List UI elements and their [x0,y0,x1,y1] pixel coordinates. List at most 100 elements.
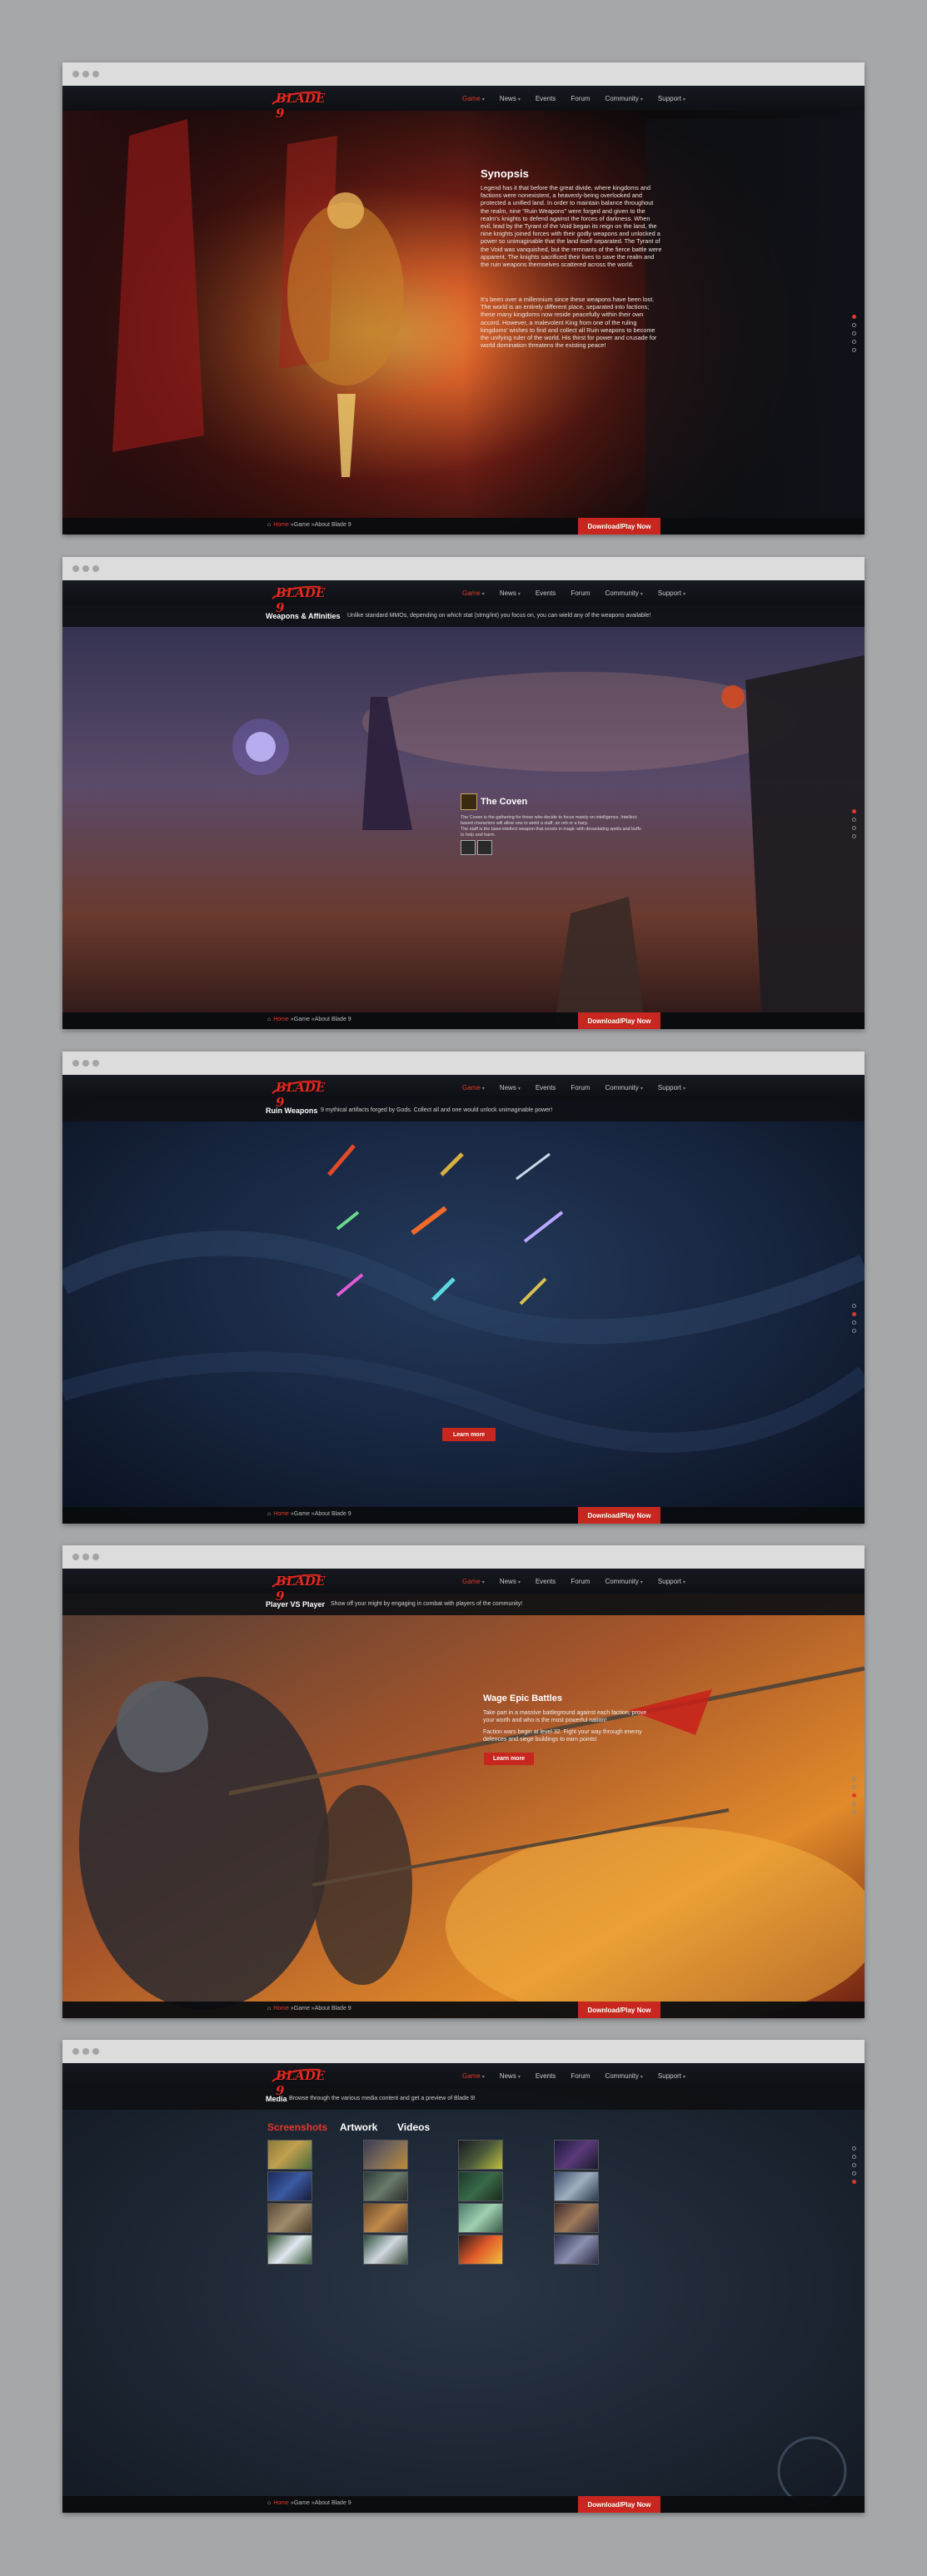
screenshot-thumbnail[interactable] [267,2140,312,2170]
home-icon[interactable]: ⌂ [267,2006,271,2012]
blade9-logo[interactable]: BLADE 9 [271,2066,326,2098]
section-dot[interactable] [852,1777,856,1781]
section-dot[interactable] [852,315,856,319]
crumb-game[interactable]: Game [294,522,310,528]
screenshot-thumbnail[interactable] [363,2140,408,2170]
section-dot[interactable] [852,809,856,813]
section-dot[interactable] [852,826,856,830]
download-play-button[interactable]: Download/Play Now [578,2496,660,2513]
screenshot-thumbnail[interactable] [554,2235,599,2265]
nav-news[interactable]: News ▾ [500,95,521,102]
window-dot[interactable] [72,1554,79,1560]
section-dot[interactable] [852,2146,856,2151]
nav-events[interactable]: Events [536,1084,556,1092]
section-dot[interactable] [852,1320,856,1325]
screenshot-thumbnail[interactable] [458,2203,503,2233]
nav-game[interactable]: Game ▾ [462,589,485,597]
section-dot[interactable] [852,1793,856,1798]
nav-community[interactable]: Community ▾ [605,1084,642,1092]
screenshot-thumbnail[interactable] [458,2171,503,2201]
screenshot-thumbnail[interactable] [554,2140,599,2170]
crumb-game[interactable]: Game [294,1017,310,1022]
window-dot[interactable] [82,1060,89,1067]
nav-support[interactable]: Support ▾ [658,589,685,597]
section-dot[interactable] [852,2155,856,2159]
crumb-home[interactable]: Home [273,2006,289,2012]
nav-game[interactable]: Game ▾ [462,1578,485,1585]
home-icon[interactable]: ⌂ [267,1017,271,1022]
nav-game[interactable]: Game ▾ [462,1084,485,1092]
crumb-game[interactable]: Game [294,1511,310,1517]
learn-more-button[interactable]: Learn more [484,1753,534,1765]
screenshot-thumbnail[interactable] [267,2203,312,2233]
download-play-button[interactable]: Download/Play Now [578,2002,660,2018]
nav-news[interactable]: News ▾ [500,1578,521,1585]
nav-events[interactable]: Events [536,589,556,597]
nav-forum[interactable]: Forum [571,589,590,597]
nav-events[interactable]: Events [536,1578,556,1585]
blade9-logo[interactable]: BLADE 9 [271,1078,326,1110]
screenshot-thumbnail[interactable] [363,2203,408,2233]
screenshot-thumbnail[interactable] [363,2171,408,2201]
section-dot[interactable] [852,1329,856,1333]
section-dot[interactable] [852,1312,856,1316]
nav-community[interactable]: Community ▾ [605,589,642,597]
nav-community[interactable]: Community ▾ [605,1578,642,1585]
screenshot-thumbnail[interactable] [554,2171,599,2201]
crumb-home[interactable]: Home [273,1511,289,1517]
section-dot[interactable] [852,2163,856,2167]
nav-support[interactable]: Support ▾ [658,95,685,102]
download-play-button[interactable]: Download/Play Now [578,1012,660,1029]
section-dot[interactable] [852,331,856,336]
nav-news[interactable]: News ▾ [500,1084,521,1092]
crumb-home[interactable]: Home [273,2500,289,2506]
nav-game[interactable]: Game ▾ [462,95,485,102]
nav-game[interactable]: Game ▾ [462,2072,485,2080]
window-dot[interactable] [72,2048,79,2055]
section-dot[interactable] [852,2171,856,2176]
nav-news[interactable]: News ▾ [500,2072,521,2080]
tab-videos[interactable]: Videos [397,2121,430,2133]
window-dot[interactable] [92,1060,99,1067]
orb-weapon-icon[interactable] [477,840,492,855]
section-dot[interactable] [852,834,856,838]
staff-weapon-icon[interactable] [461,840,476,855]
section-dot[interactable] [852,323,856,327]
window-dot[interactable] [72,1060,79,1067]
screenshot-thumbnail[interactable] [458,2140,503,2170]
crumb-game[interactable]: Game [294,2006,310,2012]
window-dot[interactable] [72,565,79,572]
nav-forum[interactable]: Forum [571,1578,590,1585]
window-dot[interactable] [82,71,89,77]
learn-more-button[interactable]: Learn more [442,1428,496,1441]
window-dot[interactable] [82,565,89,572]
screenshot-thumbnail[interactable] [554,2203,599,2233]
nav-support[interactable]: Support ▾ [658,2072,685,2080]
nav-forum[interactable]: Forum [571,1084,590,1092]
section-dot[interactable] [852,1802,856,1806]
blade9-logo[interactable]: BLADE 9 [271,1572,326,1604]
crumb-game[interactable]: Game [294,2500,310,2506]
window-dot[interactable] [72,71,79,77]
tab-artwork[interactable]: Artwork [340,2121,377,2133]
download-play-button[interactable]: Download/Play Now [578,518,660,535]
screenshot-thumbnail[interactable] [458,2235,503,2265]
window-dot[interactable] [82,1554,89,1560]
screenshot-thumbnail[interactable] [267,2235,312,2265]
window-dot[interactable] [92,2048,99,2055]
section-dot[interactable] [852,1304,856,1308]
tab-screenshots[interactable]: Screenshots [267,2121,327,2133]
nav-events[interactable]: Events [536,95,556,102]
window-dot[interactable] [82,2048,89,2055]
section-dot[interactable] [852,1810,856,1814]
download-play-button[interactable]: Download/Play Now [578,1507,660,1524]
section-dot[interactable] [852,818,856,822]
section-dot[interactable] [852,340,856,344]
nav-forum[interactable]: Forum [571,95,590,102]
window-dot[interactable] [92,565,99,572]
window-dot[interactable] [92,71,99,77]
home-icon[interactable]: ⌂ [267,522,271,528]
section-dot[interactable] [852,1785,856,1789]
crumb-home[interactable]: Home [273,522,289,528]
screenshot-thumbnail[interactable] [363,2235,408,2265]
